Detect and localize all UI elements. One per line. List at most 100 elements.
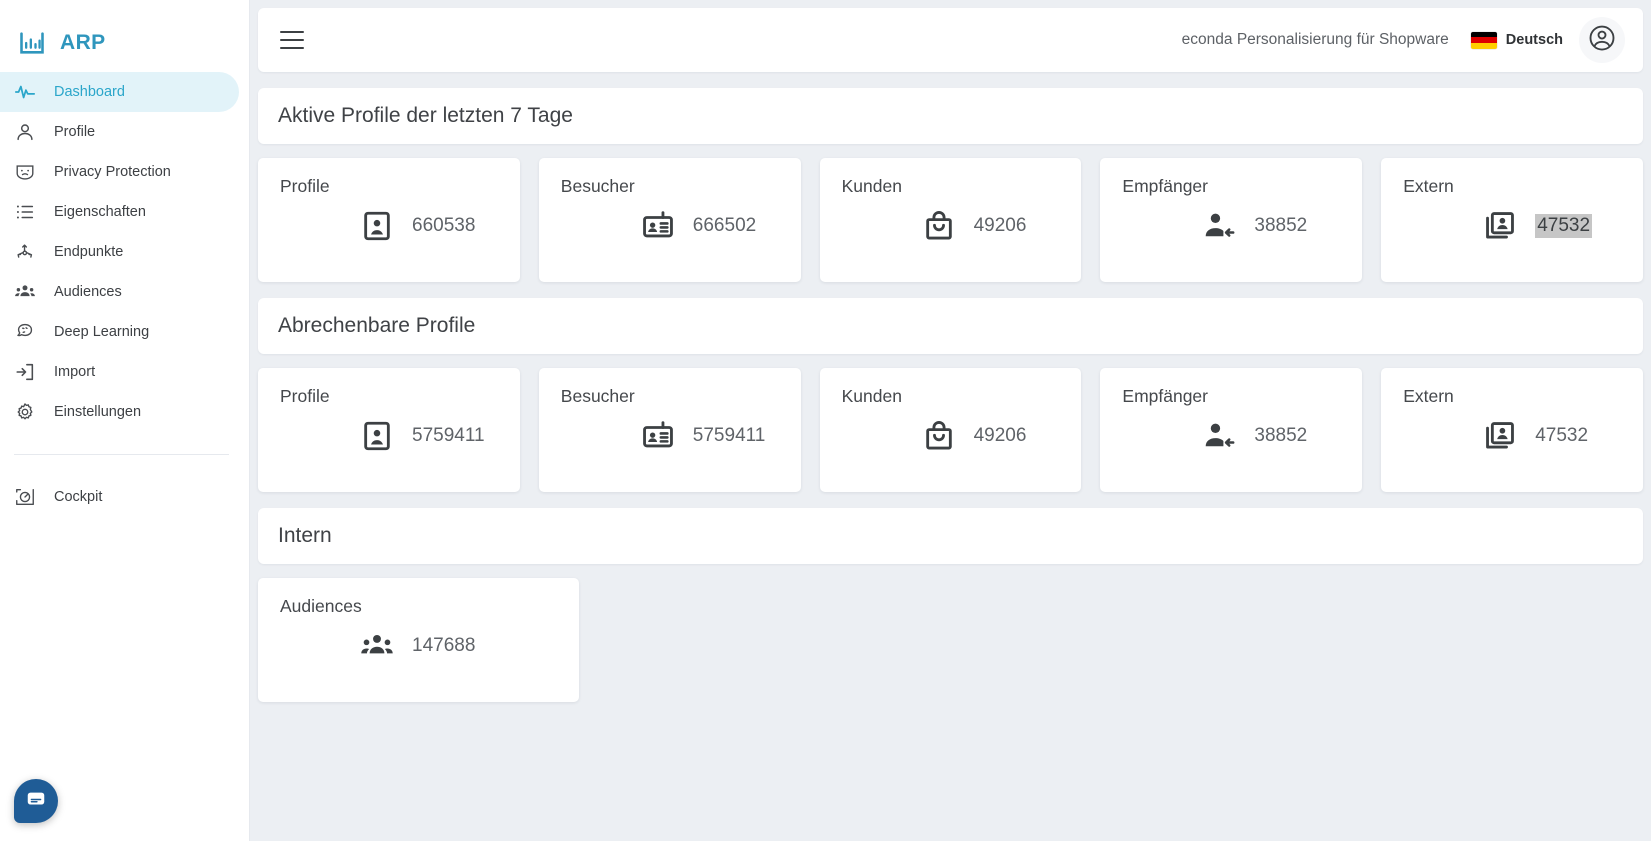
section-header-intern: Intern [258, 508, 1643, 564]
card-body: 5759411 [561, 419, 779, 453]
chat-widget-button[interactable] [14, 779, 58, 823]
card-body: 47532 [1403, 209, 1621, 243]
card-body: 38852 [1122, 419, 1340, 453]
dashboard-content: Aktive Profile der letzten 7 Tage Profil… [250, 72, 1651, 841]
sidebar-item-import[interactable]: Import [0, 352, 239, 392]
brand-label: ARP [60, 31, 106, 54]
card-body: 666502 [561, 209, 779, 243]
card-value: 5759411 [412, 425, 485, 446]
sidebar-item-label: Einstellungen [54, 404, 142, 420]
sidebar-item-cockpit[interactable]: Cockpit [0, 477, 239, 517]
card-value: 147688 [412, 635, 476, 656]
card-title: Extern [1403, 176, 1454, 196]
shopping-bag-icon [922, 419, 956, 453]
card-body: 47532 [1403, 419, 1621, 453]
sidebar-item-deep-learning[interactable]: Deep Learning [0, 312, 239, 352]
hamburger-icon[interactable] [280, 31, 304, 49]
group-filled-icon [360, 629, 394, 663]
card-body: 49206 [842, 209, 1060, 243]
card-body: 49206 [842, 419, 1060, 453]
id-badge-icon [641, 209, 675, 243]
card-body: 147688 [280, 629, 557, 663]
card-value: 660538 [412, 215, 476, 236]
section-header-active-profiles: Aktive Profile der letzten 7 Tage [258, 88, 1643, 144]
sidebar-item-endpunkte[interactable]: Endpunkte [0, 232, 239, 272]
sidebar-item-einstellungen[interactable]: Einstellungen [0, 392, 239, 432]
card-title: Empfänger [1122, 176, 1208, 196]
section-title: Abrechenbare Profile [278, 314, 476, 337]
card-body: 5759411 [280, 419, 498, 453]
stat-card-empfaenger[interactable]: Empfänger 38852 [1100, 368, 1363, 492]
brain-icon [14, 321, 36, 343]
card-value: 666502 [692, 215, 757, 236]
sidebar-item-label: Eigenschaften [54, 204, 146, 220]
section-title: Intern [278, 524, 332, 547]
sidebar-item-profile[interactable]: Profile [0, 112, 239, 152]
card-value: 49206 [973, 215, 1027, 236]
germany-flag-icon [1470, 31, 1497, 49]
sidebar-divider [14, 454, 229, 455]
topbar: econda Personalisierung für Shopware Deu… [258, 8, 1643, 72]
stat-card-kunden[interactable]: Kunden 49206 [819, 368, 1082, 492]
stat-card-profile[interactable]: Profile 5759411 [258, 368, 520, 492]
list-icon [14, 201, 36, 223]
sidebar-item-label: Import [54, 364, 96, 380]
pulse-icon [14, 81, 36, 103]
stat-card-empfaenger[interactable]: Empfänger 38852 [1100, 158, 1363, 282]
brand-logo[interactable]: ARP [0, 0, 249, 68]
id-badge-icon [641, 419, 675, 453]
nodes-icon [14, 241, 36, 263]
stat-card-profile[interactable]: Profile 660538 [258, 158, 520, 282]
language-label: Deutsch [1505, 32, 1563, 48]
section-title: Aktive Profile der letzten 7 Tage [278, 104, 573, 127]
card-title: Empfänger [1122, 386, 1208, 406]
card-title: Kunden [841, 176, 902, 196]
language-selector[interactable]: Deutsch [1470, 31, 1563, 49]
section-header-billable-profiles: Abrechenbare Profile [258, 298, 1643, 354]
sidebar-item-label: Cockpit [54, 489, 103, 505]
card-title: Kunden [841, 386, 902, 406]
card-body: 660538 [280, 209, 498, 243]
shopping-bag-icon [922, 209, 956, 243]
mask-icon [14, 161, 36, 183]
card-value: 38852 [1254, 425, 1308, 446]
sidebar-nav: Dashboard Profile Privacy Protection Eig… [0, 72, 249, 517]
stat-card-extern[interactable]: Extern 47532 [1381, 158, 1643, 282]
sidebar-item-eigenschaften[interactable]: Eigenschaften [0, 192, 239, 232]
person-arrow-icon [1202, 419, 1236, 453]
import-arrow-icon [14, 361, 36, 383]
avatar[interactable] [1579, 17, 1625, 63]
sidebar-item-audiences[interactable]: Audiences [0, 272, 239, 312]
contacts-icon [1483, 209, 1517, 243]
account-box-icon [360, 209, 394, 243]
tenant-name: econda Personalisierung für Shopware [1181, 31, 1449, 48]
sidebar-item-label: Profile [54, 124, 96, 140]
stat-card-extern[interactable]: Extern 47532 [1381, 368, 1643, 492]
card-title: Profile [280, 386, 330, 406]
sidebar-item-label: Endpunkte [54, 244, 124, 260]
card-row-spacer [1396, 578, 1643, 702]
card-row-billable-profiles: Profile 5759411 Besucher 5759411 Kunden … [258, 368, 1643, 492]
gauge-icon [14, 486, 36, 508]
card-row-active-profiles: Profile 660538 Besucher 666502 Kunden 49… [258, 158, 1643, 282]
sidebar-item-privacy-protection[interactable]: Privacy Protection [0, 152, 239, 192]
stat-card-besucher[interactable]: Besucher 5759411 [538, 368, 801, 492]
gear-icon [14, 401, 36, 423]
app-root: ARP Dashboard Profile Privacy Protection… [0, 0, 1651, 841]
sidebar-item-label: Deep Learning [54, 324, 150, 340]
sidebar-item-label: Privacy Protection [54, 164, 171, 180]
stat-card-besucher[interactable]: Besucher 666502 [538, 158, 801, 282]
card-value: 5759411 [692, 425, 766, 446]
main-area: econda Personalisierung für Shopware Deu… [250, 0, 1651, 841]
stat-card-kunden[interactable]: Kunden 49206 [819, 158, 1082, 282]
card-row-spacer [598, 578, 845, 702]
sidebar-item-label: Dashboard [54, 84, 125, 100]
person-icon [14, 121, 36, 143]
bar-chart-icon [18, 29, 46, 57]
card-value: 47532 [1535, 425, 1589, 446]
card-title: Audiences [280, 596, 362, 616]
card-value: 47532 [1535, 214, 1593, 238]
sidebar-item-label: Audiences [54, 284, 122, 300]
sidebar-item-dashboard[interactable]: Dashboard [0, 72, 239, 112]
stat-card-audiences[interactable]: Audiences 147688 [258, 578, 579, 702]
